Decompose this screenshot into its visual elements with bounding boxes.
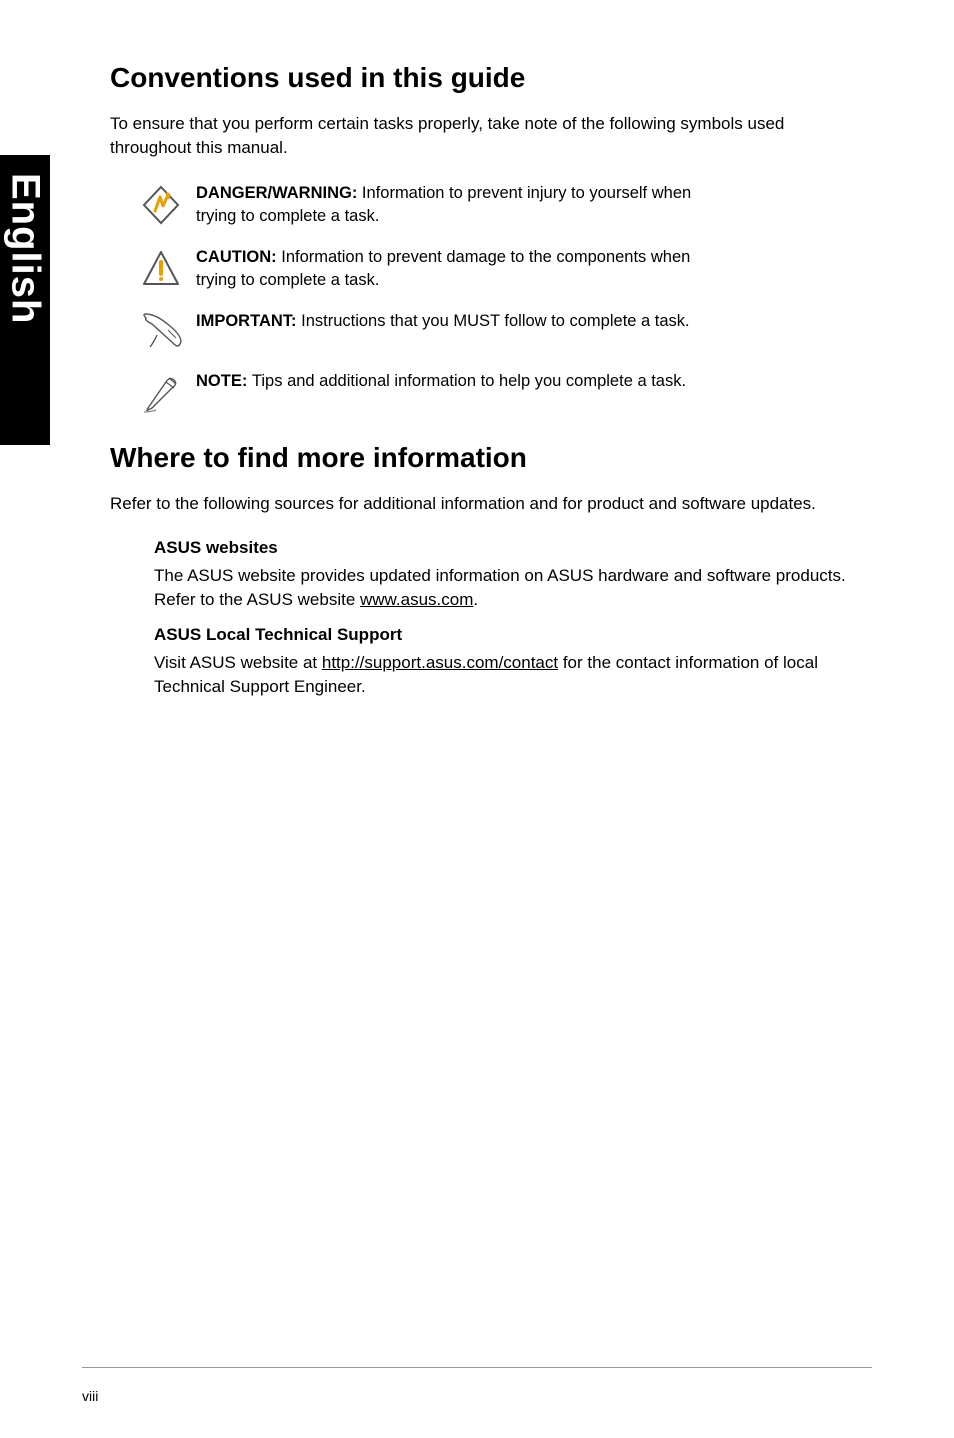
caution-text: CAUTION: Information to prevent damage t… — [196, 246, 696, 292]
asus-websites-block: ASUS websites The ASUS website provides … — [110, 538, 864, 612]
page-content: Conventions used in this guide To ensure… — [0, 0, 954, 699]
note-body: Tips and additional information to help … — [252, 372, 686, 390]
note-icon — [140, 370, 196, 416]
danger-text: DANGER/WARNING: Information to prevent i… — [196, 182, 696, 228]
asus-websites-pre: The ASUS website provides updated inform… — [154, 566, 846, 609]
local-support-title: ASUS Local Technical Support — [154, 625, 864, 645]
local-support-pre: Visit ASUS website at — [154, 653, 322, 672]
asus-websites-body: The ASUS website provides updated inform… — [154, 564, 864, 612]
caution-icon — [140, 246, 196, 290]
row-note: NOTE: Tips and additional information to… — [110, 370, 864, 416]
danger-label: DANGER/WARNING: — [196, 184, 362, 202]
language-tab: English — [0, 155, 50, 445]
local-support-body: Visit ASUS website at http://support.asu… — [154, 651, 864, 699]
intro-where: Refer to the following sources for addit… — [110, 492, 864, 516]
row-danger: DANGER/WARNING: Information to prevent i… — [110, 182, 864, 228]
row-caution: CAUTION: Information to prevent damage t… — [110, 246, 864, 292]
intro-conventions: To ensure that you perform certain tasks… — [110, 112, 864, 160]
danger-icon — [140, 182, 196, 226]
important-body: Instructions that you MUST follow to com… — [301, 312, 690, 330]
caution-label: CAUTION: — [196, 248, 281, 266]
footer-divider — [82, 1367, 872, 1368]
local-support-block: ASUS Local Technical Support Visit ASUS … — [110, 625, 864, 699]
local-support-link[interactable]: http://support.asus.com/contact — [322, 653, 558, 672]
heading-where: Where to find more information — [110, 442, 864, 474]
row-important: IMPORTANT: Instructions that you MUST fo… — [110, 310, 864, 352]
important-text: IMPORTANT: Instructions that you MUST fo… — [196, 310, 690, 333]
asus-websites-title: ASUS websites — [154, 538, 864, 558]
important-icon — [140, 310, 196, 352]
asus-websites-post: . — [473, 590, 478, 609]
page-number: viii — [82, 1388, 98, 1404]
note-label: NOTE: — [196, 372, 252, 390]
important-label: IMPORTANT: — [196, 312, 301, 330]
heading-conventions: Conventions used in this guide — [110, 62, 864, 94]
note-text: NOTE: Tips and additional information to… — [196, 370, 686, 393]
asus-website-link[interactable]: www.asus.com — [360, 590, 473, 609]
